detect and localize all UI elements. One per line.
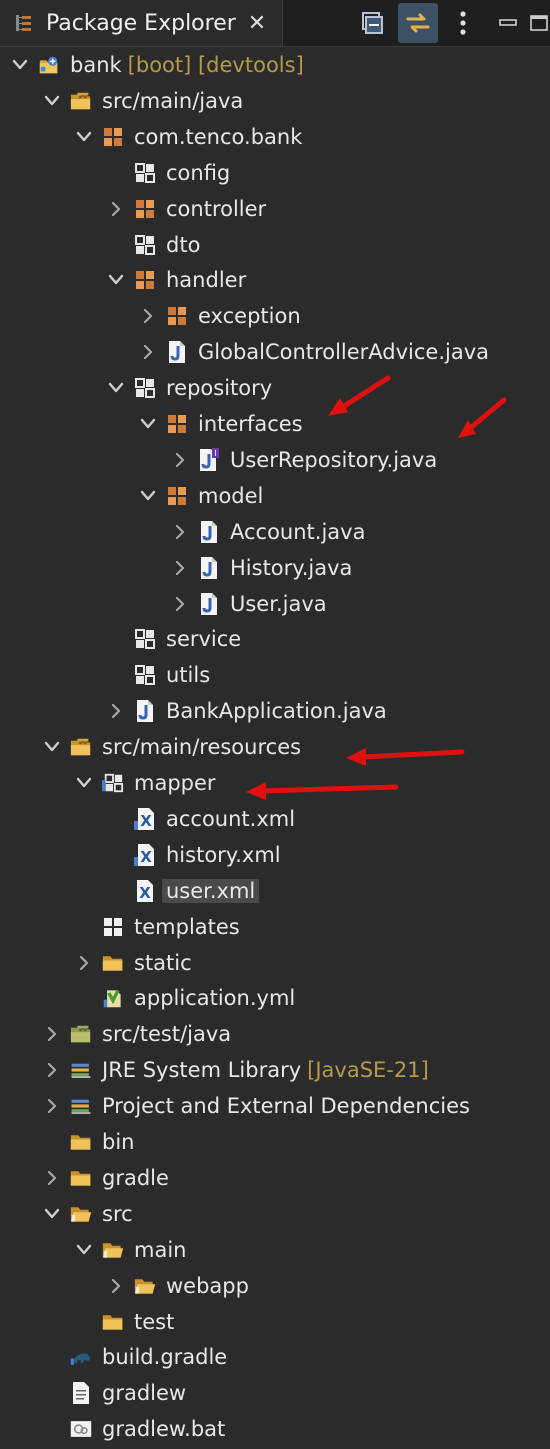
annotation-arrows: [246, 375, 507, 800]
arrow-to-mapper: [246, 782, 399, 800]
arrow-to-userrepository: [458, 397, 507, 438]
arrow-to-src-main-resources: [346, 748, 465, 766]
arrow-to-interfaces: [328, 375, 391, 416]
